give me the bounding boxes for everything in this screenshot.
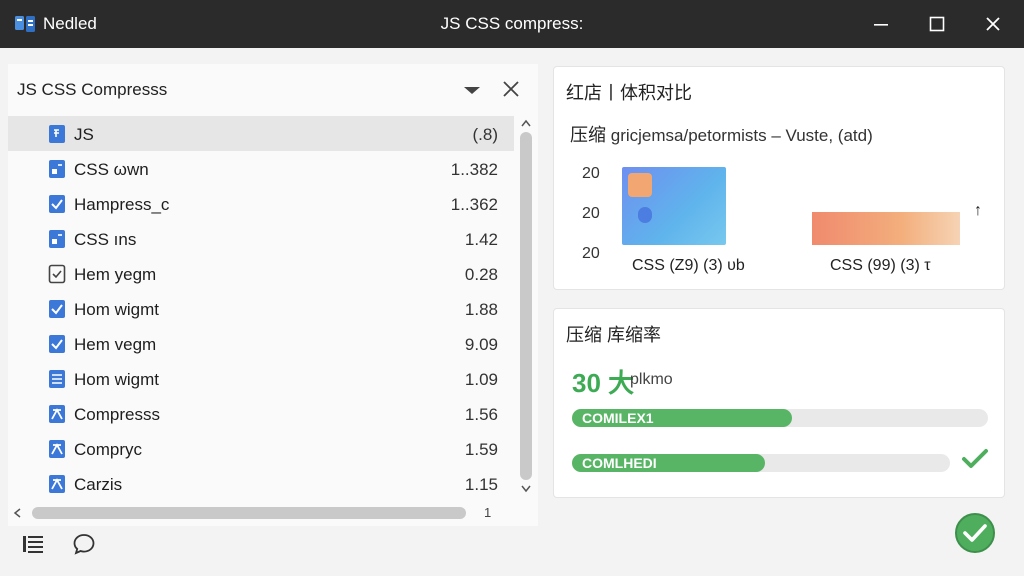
file-list-item[interactable]: Compryc 1.59	[8, 431, 514, 466]
file-list-item[interactable]: Carzis 1.15	[8, 466, 514, 501]
file-size: (.8)	[472, 125, 499, 144]
file-name: Carzis	[74, 475, 123, 494]
js-file-icon	[47, 124, 67, 144]
bar-label: CSS (Z9) (3) υb	[632, 257, 745, 274]
maximize-button[interactable]	[914, 4, 960, 44]
file-list-item[interactable]: Hem yegm 0.28	[8, 256, 514, 291]
compress-file-icon	[47, 474, 67, 494]
file-size: 1.09	[464, 370, 498, 389]
horizontal-scroll-thumb[interactable]	[32, 507, 466, 519]
vertical-scroll-thumb[interactable]	[520, 132, 532, 480]
checked-file-icon	[47, 334, 67, 354]
panel-close-icon[interactable]	[500, 78, 522, 100]
close-window-button[interactable]	[970, 4, 1016, 44]
file-name: Compryc	[74, 440, 143, 459]
close-icon	[986, 17, 1000, 31]
file-name: CSS ıns	[74, 230, 137, 249]
file-name: Hom wigmt	[74, 300, 160, 319]
file-list-item[interactable]: Compresss 1.56	[8, 396, 514, 431]
compression-ratio-card: 压缩 库缩率 30 大 plkmo COMILEX1 COMLHEDI	[553, 308, 1005, 498]
maximize-icon	[929, 16, 945, 32]
checked-file-icon	[47, 194, 67, 214]
compress-file-icon	[47, 439, 67, 459]
list-view-icon[interactable]	[21, 532, 45, 556]
file-panel-title: JS CSS Compresss	[17, 80, 168, 99]
ratio-value: 30 大	[572, 368, 635, 398]
file-size: 1.15	[464, 475, 498, 494]
chart-marker: ↑	[974, 202, 982, 219]
file-list: JS (.8) CSS ωwn 1..382 Hampress_c 1..362 CSS ı…	[8, 116, 514, 504]
size-comparison-card: 红店丨体积对比 压缩 gricjemsa/petormists – Vuste,…	[553, 66, 1005, 290]
ratio-unit: plkmo	[630, 371, 673, 388]
progress-label: COMILEX1	[582, 410, 654, 426]
scroll-up-icon[interactable]	[520, 118, 532, 128]
file-size: 1..382	[450, 160, 498, 179]
dropdown-arrow-icon[interactable]	[460, 82, 484, 98]
file-size: 9.09	[464, 335, 498, 354]
size-card-title: 红店丨体积对比	[566, 83, 692, 103]
bar-decoration	[628, 173, 652, 197]
file-name: Hem yegm	[74, 265, 157, 284]
y-tick-label: 20	[582, 245, 600, 262]
size-card-subtitle: 压缩 gricjemsa/petormists – Vuste, (atd)	[570, 121, 873, 147]
progress-label: COMLHEDI	[582, 455, 657, 471]
file-list-item[interactable]: Hom wigmt 1.09	[8, 361, 514, 396]
horizontal-scrollbar[interactable]: 1	[8, 502, 514, 524]
file-name: CSS ωwn	[74, 160, 149, 179]
file-list-item[interactable]: JS (.8)	[8, 116, 514, 151]
file-list-item[interactable]: CSS ωwn 1..382	[8, 151, 514, 186]
size-card-subtitle-text: gricjemsa/petormists – Vuste, (atd)	[610, 126, 873, 145]
file-size: 1.56	[464, 405, 498, 424]
scroll-down-icon[interactable]	[520, 484, 532, 494]
progress-bar: COMILEX1	[572, 409, 988, 427]
horizontal-scroll-end: 1	[484, 505, 492, 520]
ratio-card-title: 压缩 库缩率	[566, 325, 662, 345]
css-file-icon	[47, 229, 67, 249]
file-list-item[interactable]: CSS ıns 1.42	[8, 221, 514, 256]
file-list-item[interactable]: Hem vegm 9.09	[8, 326, 514, 361]
progress-fill: COMILEX1	[572, 409, 793, 427]
y-tick-label: 20	[582, 205, 600, 222]
compress-file-icon	[47, 404, 67, 424]
scroll-left-icon[interactable]	[12, 507, 22, 519]
file-size: 1..362	[450, 195, 498, 214]
file-name: Compresss	[74, 405, 160, 424]
minimize-button[interactable]	[858, 4, 904, 44]
css-file-icon	[47, 159, 67, 179]
file-size: 1.59	[464, 440, 498, 459]
file-name: Hem vegm	[74, 335, 157, 354]
file-name: JS	[74, 125, 94, 144]
title-bar: Nedled JS CSS compress:	[0, 0, 1024, 48]
file-size: 0.28	[464, 265, 498, 284]
file-size: 1.88	[464, 300, 498, 319]
file-size: 1.42	[464, 230, 498, 249]
bar-decoration	[638, 207, 652, 223]
minimize-icon	[874, 24, 888, 26]
size-card-subtitle-prefix: 压缩	[570, 125, 606, 145]
file-panel: JS CSS Compresss JS (.8) CSS ωwn 1..382 Hamp…	[8, 64, 538, 526]
confirm-button[interactable]	[955, 513, 995, 553]
file-name: Hom wigmt	[74, 370, 160, 389]
progress-bar: COMLHEDI	[572, 454, 950, 472]
checked-file-icon	[47, 299, 67, 319]
compressed-size-bar	[812, 212, 960, 245]
y-tick-label: 20	[582, 165, 600, 182]
file-name: Hampress_c	[74, 195, 170, 214]
file-list-item[interactable]: Hom wigmt 1.88	[8, 291, 514, 326]
bar-label: CSS (99) (3) τ	[830, 257, 931, 274]
file-panel-header: JS CSS Compresss	[8, 64, 538, 114]
comment-icon[interactable]	[72, 532, 96, 556]
file-list-item[interactable]: Hampress_c 1..362	[8, 186, 514, 221]
check-icon	[963, 524, 987, 542]
progress-fill: COMLHEDI	[572, 454, 765, 472]
vertical-scrollbar[interactable]	[514, 116, 538, 504]
list-file-icon	[47, 369, 67, 389]
check-icon	[962, 449, 988, 468]
file-icon	[47, 264, 67, 284]
original-size-bar	[622, 167, 726, 245]
